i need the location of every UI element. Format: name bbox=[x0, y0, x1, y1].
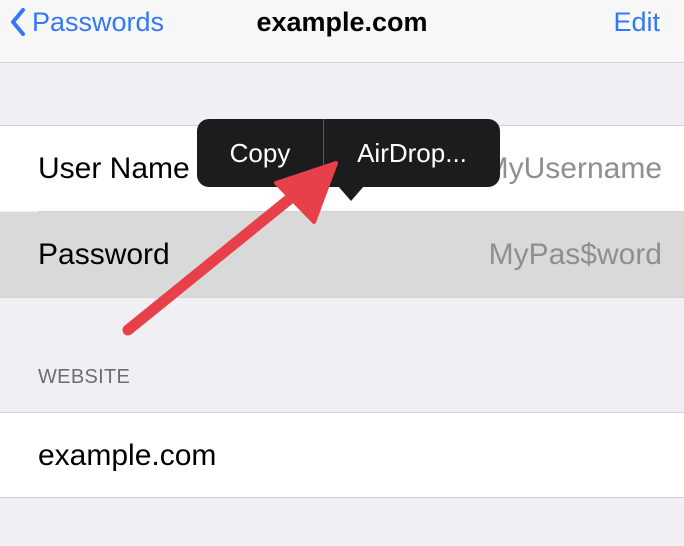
password-detail-screen: Passwords example.com Edit User Name MyU… bbox=[0, 0, 684, 546]
website-value: example.com bbox=[38, 439, 217, 472]
username-label: User Name bbox=[38, 152, 190, 185]
edit-button[interactable]: Edit bbox=[613, 0, 660, 44]
username-value: MyUsername bbox=[483, 152, 662, 185]
callout-pointer bbox=[338, 186, 364, 201]
chevron-left-icon bbox=[11, 8, 25, 36]
password-value: MyPas$word bbox=[488, 238, 662, 271]
back-button-label: Passwords bbox=[32, 6, 165, 37]
website-section-header: WEBSITE bbox=[38, 366, 131, 388]
airdrop-menu-item[interactable]: AirDrop... bbox=[324, 119, 500, 187]
password-row[interactable]: Password MyPas$word bbox=[0, 212, 684, 298]
page-title: example.com bbox=[256, 7, 428, 37]
navigation-bar: Passwords example.com Edit bbox=[0, 0, 684, 63]
copy-menu-item[interactable]: Copy bbox=[197, 119, 323, 187]
edit-menu-callout: Copy AirDrop... bbox=[197, 119, 500, 187]
back-button[interactable]: Passwords bbox=[10, 0, 164, 44]
website-row[interactable]: example.com bbox=[0, 412, 684, 498]
password-label: Password bbox=[38, 238, 170, 271]
